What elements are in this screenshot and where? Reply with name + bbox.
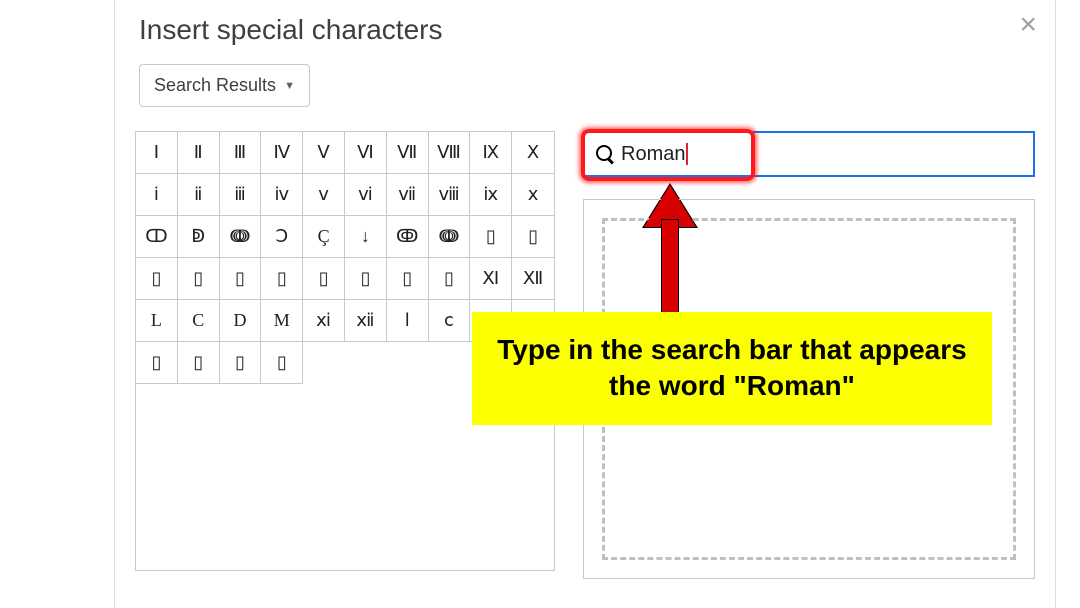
category-dropdown[interactable]: Search Results ▼ bbox=[139, 64, 310, 107]
character-cell[interactable]: Ↄ bbox=[261, 216, 303, 258]
special-characters-dialog: × Insert special characters Search Resul… bbox=[114, 0, 1056, 608]
character-cell[interactable]: ⅸ bbox=[470, 174, 512, 216]
character-cell[interactable]: Ⅲ bbox=[220, 132, 262, 174]
character-cell[interactable]: ▯ bbox=[136, 342, 178, 384]
character-cell[interactable]: ⅻ bbox=[345, 300, 387, 342]
character-cell[interactable]: Ⅴ bbox=[303, 132, 345, 174]
character-cell[interactable]: ▯ bbox=[470, 216, 512, 258]
character-cell[interactable]: ▯ bbox=[387, 258, 429, 300]
character-cell[interactable]: Ⅵ bbox=[345, 132, 387, 174]
character-cell[interactable]: Ⅻ bbox=[512, 258, 554, 300]
character-cell[interactable]: ▯ bbox=[512, 216, 554, 258]
character-cell[interactable]: ⅼ bbox=[387, 300, 429, 342]
dropdown-label: Search Results bbox=[154, 75, 276, 96]
character-cell[interactable]: ⅵ bbox=[345, 174, 387, 216]
character-cell[interactable]: ↀ bbox=[136, 216, 178, 258]
character-cell[interactable]: ▯ bbox=[261, 342, 303, 384]
search-input[interactable]: Roman bbox=[583, 131, 1035, 177]
character-cell[interactable]: Ⅶ bbox=[387, 132, 429, 174]
annotation-callout: Type in the search bar that appears the … bbox=[472, 312, 992, 425]
character-cell[interactable]: Ç bbox=[303, 216, 345, 258]
character-cell[interactable]: Ⅺ bbox=[470, 258, 512, 300]
character-cell[interactable]: ▯ bbox=[220, 258, 262, 300]
character-cell[interactable]: D bbox=[220, 300, 262, 342]
character-cell[interactable]: M bbox=[261, 300, 303, 342]
character-cell[interactable]: Ⅸ bbox=[470, 132, 512, 174]
character-cell[interactable]: C bbox=[178, 300, 220, 342]
character-cell[interactable]: ⅴ bbox=[303, 174, 345, 216]
character-cell[interactable]: Ⅰ bbox=[136, 132, 178, 174]
character-cell[interactable]: ▯ bbox=[220, 342, 262, 384]
character-cell[interactable]: ↁ bbox=[178, 216, 220, 258]
character-cell[interactable]: ⅲ bbox=[220, 174, 262, 216]
character-cell[interactable]: ▯ bbox=[261, 258, 303, 300]
character-cell[interactable]: ⅱ bbox=[178, 174, 220, 216]
dialog-title: Insert special characters bbox=[139, 14, 1035, 46]
text-cursor bbox=[686, 143, 688, 165]
character-cell[interactable]: ▯ bbox=[303, 258, 345, 300]
character-cell[interactable]: ▯ bbox=[429, 258, 471, 300]
character-cell[interactable]: ↈ bbox=[220, 216, 262, 258]
character-cell[interactable]: ▯ bbox=[345, 258, 387, 300]
character-cell[interactable]: Ⅳ bbox=[261, 132, 303, 174]
character-cell[interactable]: ⅰ bbox=[136, 174, 178, 216]
character-cell[interactable]: ⅷ bbox=[429, 174, 471, 216]
character-cell[interactable]: ▯ bbox=[178, 342, 220, 384]
search-icon bbox=[595, 144, 615, 164]
chevron-down-icon: ▼ bbox=[284, 80, 295, 92]
character-cell[interactable]: ⅺ bbox=[303, 300, 345, 342]
character-cell[interactable]: ⅳ bbox=[261, 174, 303, 216]
close-button[interactable]: × bbox=[1019, 10, 1037, 40]
character-cell[interactable]: ▯ bbox=[136, 258, 178, 300]
character-cell[interactable]: ⅽ bbox=[429, 300, 471, 342]
character-cell[interactable]: Ⅹ bbox=[512, 132, 554, 174]
character-cell[interactable]: ⅹ bbox=[512, 174, 554, 216]
search-value: Roman bbox=[621, 143, 685, 166]
character-cell[interactable]: ↓ bbox=[345, 216, 387, 258]
character-cell[interactable]: L bbox=[136, 300, 178, 342]
character-cell[interactable]: ↂ bbox=[387, 216, 429, 258]
character-cell[interactable]: ↈ bbox=[429, 216, 471, 258]
character-cell[interactable]: ⅶ bbox=[387, 174, 429, 216]
character-cell[interactable]: Ⅱ bbox=[178, 132, 220, 174]
character-cell[interactable]: ▯ bbox=[178, 258, 220, 300]
character-cell[interactable]: Ⅷ bbox=[429, 132, 471, 174]
